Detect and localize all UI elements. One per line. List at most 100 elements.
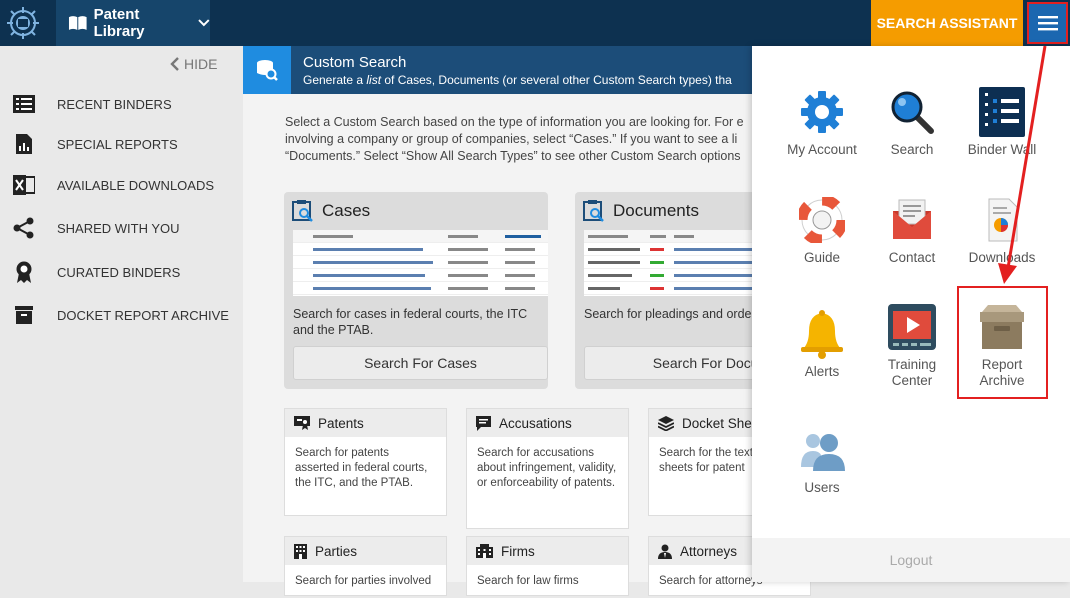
page-subtitle: Generate a list of Cases, Documents (or … xyxy=(303,73,732,87)
patents-card[interactable]: Patents Search for patents asserted in f… xyxy=(284,408,447,516)
menu-item-users[interactable]: Users xyxy=(777,424,867,495)
magnifier-icon xyxy=(887,86,937,138)
cases-description: Search for cases in federal courts, the … xyxy=(293,307,528,337)
accusations-card-header: Accusations xyxy=(467,409,628,437)
intro-text: Select a Custom Search based on the type… xyxy=(285,114,765,165)
menu-item-alerts[interactable]: Alerts xyxy=(777,308,867,379)
sidebar-item-label: SHARED WITH YOU xyxy=(57,220,180,236)
parties-title: Parties xyxy=(315,543,358,559)
document-search-icon xyxy=(583,200,604,222)
patents-card-header: Patents xyxy=(285,409,446,437)
users-icon xyxy=(797,424,847,476)
sidebar-item-recent-binders[interactable]: RECENT BINDERS xyxy=(12,93,172,115)
logout-button[interactable]: Logout xyxy=(752,538,1070,582)
menu-item-search[interactable]: Search xyxy=(867,86,957,157)
firms-card[interactable]: Firms Search for law firms xyxy=(466,536,629,596)
sidebar-item-docket-report-archive[interactable]: DOCKET REPORT ARCHIVE xyxy=(12,304,229,326)
building-icon xyxy=(294,543,307,559)
library-selector[interactable]: Patent Library xyxy=(56,0,210,46)
page-title: Custom Search xyxy=(303,54,407,71)
subtitle-post: of Cases, Documents (or several other Cu… xyxy=(381,73,732,87)
top-bar: Patent Library SEARCH ASSISTANT xyxy=(0,0,1070,46)
sidebar-item-available-downloads[interactable]: AVAILABLE DOWNLOADS xyxy=(12,174,214,196)
cases-preview-image xyxy=(293,230,548,296)
envelope-icon xyxy=(887,194,937,246)
sidebar-item-label: SPECIAL REPORTS xyxy=(57,136,178,152)
sidebar: HIDE RECENT BINDERS SPECIAL REPORTS AVAI… xyxy=(0,46,243,582)
intro-line: Select a Custom Search based on the type… xyxy=(285,115,744,129)
documents-card-title: Documents xyxy=(583,200,699,222)
menu-item-label: Users xyxy=(804,480,840,495)
accusations-description: Search for accusations about infringemen… xyxy=(477,447,617,489)
chevron-left-icon xyxy=(170,57,179,71)
book-icon xyxy=(68,16,87,30)
chevron-down-icon xyxy=(198,19,210,27)
menu-item-label: Alerts xyxy=(804,364,840,379)
award-ribbon-icon xyxy=(12,261,36,283)
menu-item-label: Contact xyxy=(888,250,936,265)
firms-title: Firms xyxy=(501,543,535,559)
patents-title: Patents xyxy=(318,415,364,431)
firm-icon xyxy=(476,544,493,558)
menu-item-downloads[interactable]: Downloads xyxy=(957,194,1047,265)
cases-card: Cases Search for cases in federal courts… xyxy=(284,192,548,389)
cases-card-title: Cases xyxy=(292,200,370,222)
menu-button[interactable] xyxy=(1027,2,1068,44)
binder-list-icon xyxy=(12,93,36,115)
sidebar-item-special-reports[interactable]: SPECIAL REPORTS xyxy=(12,133,178,155)
parties-card[interactable]: Parties Search for parties involved xyxy=(284,536,447,596)
bell-icon xyxy=(797,308,847,360)
document-download-icon xyxy=(977,194,1027,246)
gear-icon xyxy=(797,86,847,138)
parties-card-header: Parties xyxy=(285,537,446,565)
report-archive-highlight-box xyxy=(957,286,1048,399)
hide-sidebar-button[interactable]: HIDE xyxy=(170,56,217,72)
menu-item-my-account[interactable]: My Account xyxy=(777,86,867,157)
excel-icon xyxy=(12,174,36,196)
intro-line: involving a company or group of companie… xyxy=(285,132,738,146)
menu-item-label: Search xyxy=(890,142,934,157)
sidebar-item-label: AVAILABLE DOWNLOADS xyxy=(57,177,215,193)
logo-icon[interactable] xyxy=(0,0,46,46)
menu-item-binder-wall[interactable]: Binder Wall xyxy=(957,86,1047,157)
search-assistant-button[interactable]: SEARCH ASSISTANT xyxy=(871,0,1023,46)
search-for-cases-button[interactable]: Search For Cases xyxy=(293,346,548,380)
main-menu-dropdown: My Account Search Binder Wall Guide Cont… xyxy=(752,46,1070,582)
document-search-icon xyxy=(292,200,313,222)
hamburger-icon xyxy=(1037,16,1058,31)
layers-icon xyxy=(658,415,674,431)
library-label: Patent Library xyxy=(93,6,145,40)
firms-card-header: Firms xyxy=(467,537,628,565)
sidebar-item-label: DOCKET REPORT ARCHIVE xyxy=(57,307,229,323)
menu-item-label: Downloads xyxy=(968,250,1036,265)
menu-item-label: Training Center xyxy=(887,357,937,388)
subtitle-pre: Generate a xyxy=(303,73,367,87)
report-chart-icon xyxy=(12,133,36,155)
accusations-card[interactable]: Accusations Search for accusations about… xyxy=(466,408,629,529)
archive-box-icon xyxy=(12,304,36,326)
database-search-icon xyxy=(243,46,291,94)
attorneys-title: Attorneys xyxy=(680,543,738,559)
sidebar-item-label: CURATED BINDERS xyxy=(57,264,181,280)
sidebar-item-shared-with-you[interactable]: SHARED WITH YOU xyxy=(12,217,180,239)
patents-description: Search for patents asserted in federal c… xyxy=(295,447,428,489)
person-icon xyxy=(658,544,672,559)
intro-line: “Documents.” Select “Show All Search Typ… xyxy=(285,149,741,163)
lifebuoy-icon xyxy=(797,194,847,246)
sidebar-item-curated-binders[interactable]: CURATED BINDERS xyxy=(12,261,180,283)
comment-icon xyxy=(476,415,491,431)
accusations-title: Accusations xyxy=(499,415,572,431)
cases-title: Cases xyxy=(322,201,371,220)
hide-label: HIDE xyxy=(184,56,218,72)
docket-sheets-title: Docket She xyxy=(682,415,752,431)
sidebar-item-label: RECENT BINDERS xyxy=(57,96,172,112)
share-icon xyxy=(12,217,36,239)
menu-item-training-center[interactable]: Training Center xyxy=(867,301,957,389)
subtitle-emphasis: list xyxy=(366,73,382,87)
menu-item-guide[interactable]: Guide xyxy=(777,194,867,265)
menu-item-label: Guide xyxy=(803,250,841,265)
documents-title: Documents xyxy=(613,201,699,220)
patent-icon xyxy=(294,416,310,430)
video-play-icon xyxy=(887,301,937,353)
menu-item-contact[interactable]: Contact xyxy=(867,194,957,265)
